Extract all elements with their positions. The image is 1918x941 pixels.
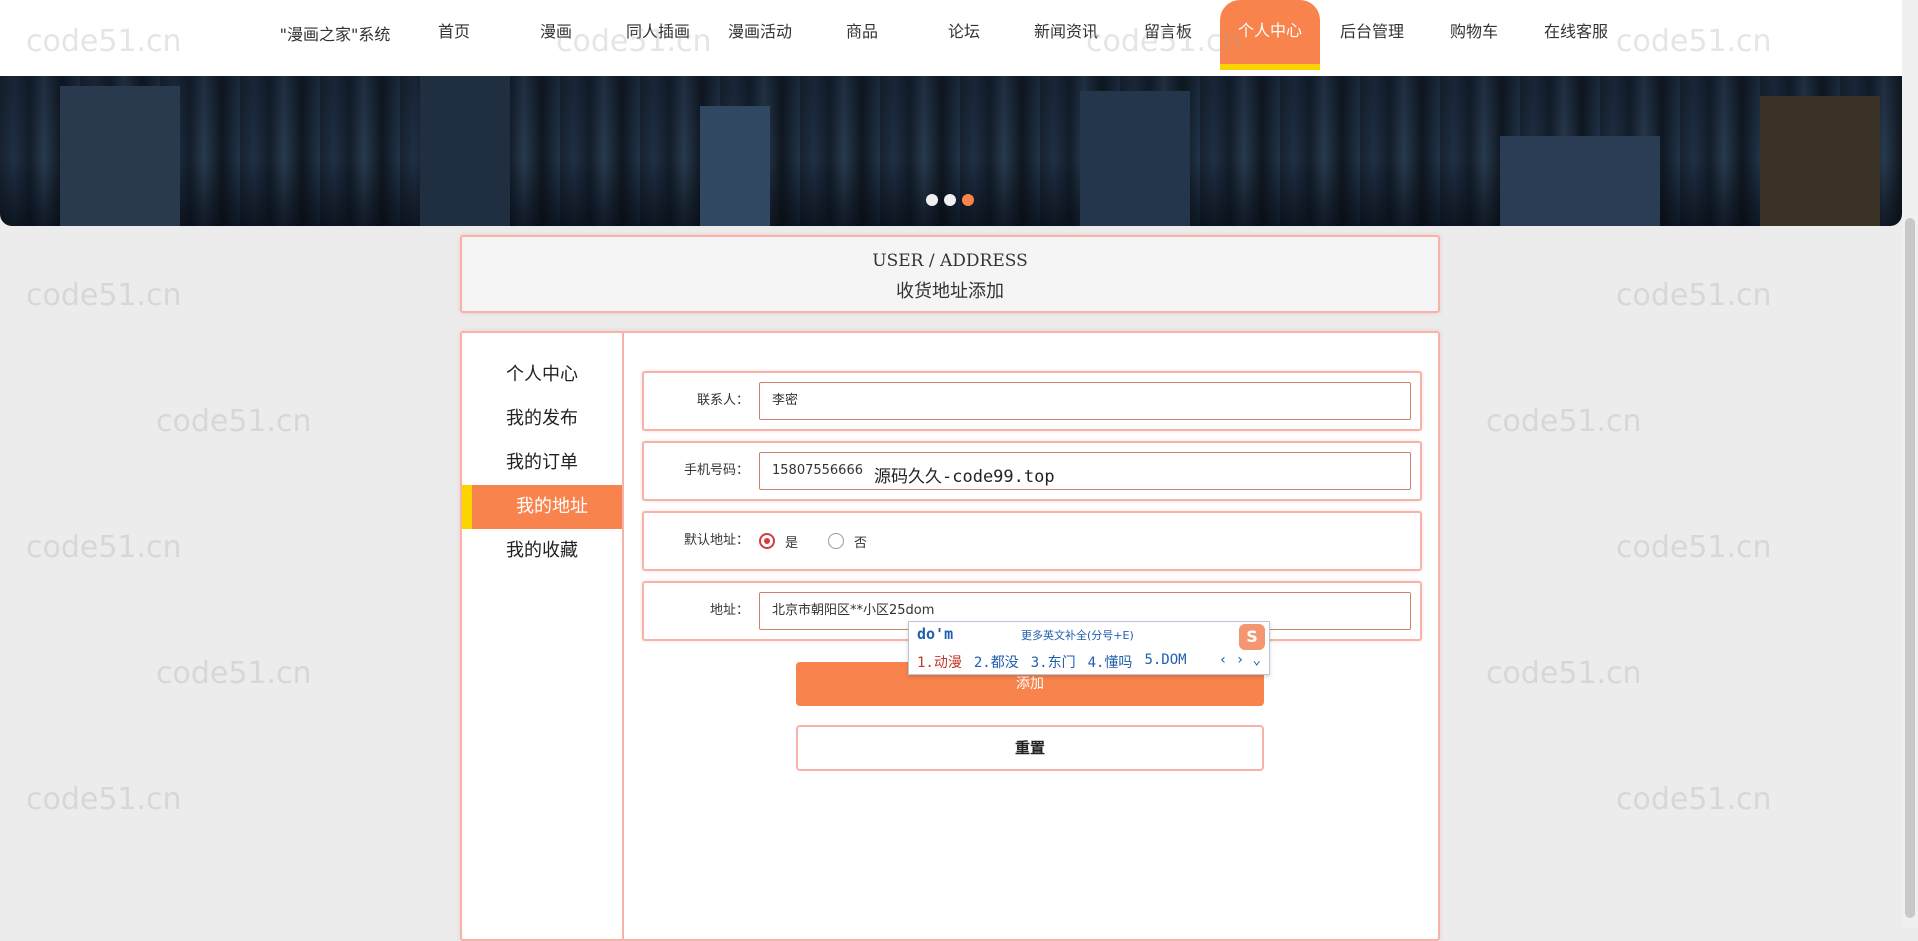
contact-input[interactable]: 李密 xyxy=(759,382,1411,420)
nav-item-admin[interactable]: 后台管理 xyxy=(1322,0,1422,64)
carousel-dot[interactable] xyxy=(944,194,956,206)
watermark: code51.cn xyxy=(1616,782,1772,817)
scrollbar-thumb[interactable] xyxy=(1905,218,1915,918)
page-scrollbar[interactable] xyxy=(1902,0,1918,928)
form-row-contact: 联系人： 李密 xyxy=(642,371,1422,431)
site-title: "漫画之家"系统 xyxy=(279,25,391,44)
sidebar-item-my-posts[interactable]: 我的发布 xyxy=(462,397,622,441)
banner-building xyxy=(1080,91,1190,226)
address-label: 地址： xyxy=(709,603,749,618)
watermark: code51.cn xyxy=(1486,404,1642,439)
nav-item-news[interactable]: 新闻资讯 xyxy=(1016,0,1116,64)
section-header: USER / ADDRESS 收货地址添加 xyxy=(460,235,1440,313)
carousel-indicators xyxy=(926,194,974,206)
nav-item-home[interactable]: 首页 xyxy=(404,0,504,64)
default-address-radio-group: 是 否 xyxy=(759,513,897,569)
ime-logo-icon: S xyxy=(1239,624,1265,650)
sidebar-item-my-address[interactable]: 我的地址 xyxy=(462,485,622,529)
watermark: code51.cn xyxy=(1616,530,1772,565)
form-row-default-address: 默认地址： 是 否 xyxy=(642,511,1422,571)
ime-hint[interactable]: 更多英文补全(分号+E) xyxy=(1021,627,1134,643)
nav-item-forum[interactable]: 论坛 xyxy=(914,0,1014,64)
carousel-dot[interactable] xyxy=(926,194,938,206)
ime-page-nav[interactable]: ‹ › ⌄ xyxy=(1219,652,1261,668)
banner-building xyxy=(700,106,770,226)
phone-label: 手机号码： xyxy=(683,463,749,478)
nav-item-cart[interactable]: 购物车 xyxy=(1424,0,1524,64)
section-title-cn: 收货地址添加 xyxy=(896,281,1004,302)
nav-item-comic-events[interactable]: 漫画活动 xyxy=(710,0,810,64)
default-yes-radio[interactable] xyxy=(759,533,775,549)
reset-button[interactable]: 重置 xyxy=(796,725,1264,771)
ime-candidate[interactable]: 1.动漫 xyxy=(917,652,962,672)
default-yes-label: 是 xyxy=(785,535,799,551)
phone-input[interactable]: 15807556666 xyxy=(759,452,1411,490)
watermark: code51.cn xyxy=(26,782,182,817)
default-no-radio[interactable] xyxy=(828,533,845,549)
overlay-watermark-text: 源码久久-code99.top xyxy=(874,467,1055,487)
ime-composition: do'm xyxy=(917,625,954,643)
nav-item-products[interactable]: 商品 xyxy=(812,0,912,64)
sidebar-item-personal-center[interactable]: 个人中心 xyxy=(462,353,622,397)
ime-candidate[interactable]: 3.东门 xyxy=(1031,652,1076,672)
nav-item-online-service[interactable]: 在线客服 xyxy=(1526,0,1626,64)
contact-label: 联系人： xyxy=(696,393,749,408)
carousel-dot-active[interactable] xyxy=(962,194,974,206)
ime-candidate[interactable]: 4.懂吗 xyxy=(1088,652,1133,672)
banner-building xyxy=(1500,136,1660,226)
watermark: code51.cn xyxy=(26,530,182,565)
watermark: code51.cn xyxy=(156,404,312,439)
banner-building xyxy=(1760,96,1880,226)
nav-item-fan-art[interactable]: 同人插画 xyxy=(608,0,708,64)
sidebar-item-my-orders[interactable]: 我的订单 xyxy=(462,441,622,485)
ime-candidate[interactable]: 5.DOM xyxy=(1144,652,1186,672)
nav-item-message-board[interactable]: 留言板 xyxy=(1118,0,1218,64)
default-no-label: 否 xyxy=(854,535,868,551)
watermark: code51.cn xyxy=(1616,278,1772,313)
ime-candidates: 1.动漫 2.都没 3.东门 4.懂吗 5.DOM xyxy=(917,652,1199,672)
watermark: code51.cn xyxy=(26,278,182,313)
sidebar-item-my-favorites[interactable]: 我的收藏 xyxy=(462,529,622,573)
watermark: code51.cn xyxy=(1486,656,1642,691)
user-sidebar: 个人中心 我的发布 我的订单 我的地址 我的收藏 xyxy=(462,333,624,939)
ime-candidate[interactable]: 2.都没 xyxy=(974,652,1019,672)
top-navbar: "漫画之家"系统 首页 漫画 同人插画 漫画活动 商品 论坛 新闻资讯 留言板 … xyxy=(0,0,1918,76)
banner-building xyxy=(420,76,510,226)
banner-carousel xyxy=(0,76,1902,226)
nav-item-personal-center[interactable]: 个人中心 xyxy=(1220,0,1320,70)
watermark: code51.cn xyxy=(156,656,312,691)
default-address-label: 默认地址： xyxy=(683,533,749,548)
section-title-en: USER / ADDRESS xyxy=(872,251,1028,271)
ime-candidate-popup: do'm 更多英文补全(分号+E) S 1.动漫 2.都没 3.东门 4.懂吗 … xyxy=(908,621,1270,675)
banner-building xyxy=(60,86,180,226)
main-nav: 首页 漫画 同人插画 漫画活动 商品 论坛 新闻资讯 留言板 个人中心 后台管理… xyxy=(404,0,1628,70)
nav-item-comics[interactable]: 漫画 xyxy=(506,0,606,64)
